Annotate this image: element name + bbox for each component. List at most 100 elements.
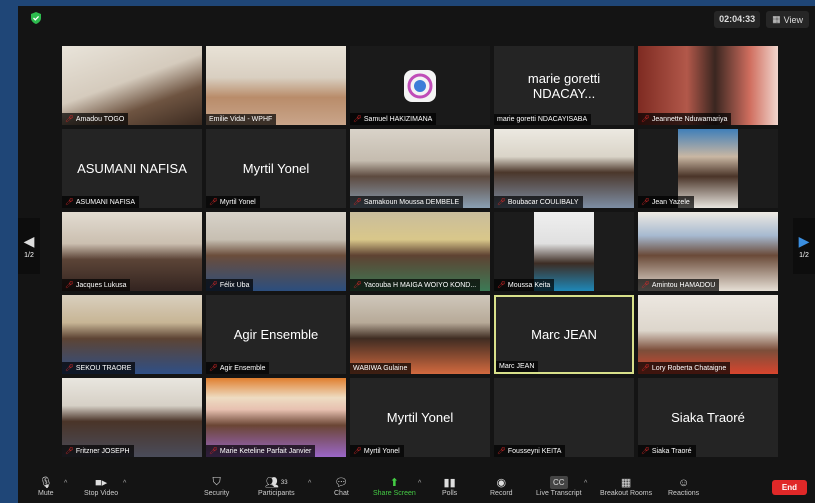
participant-tile[interactable]: 🎤︎ Yacouba H MAIGA WOIYO KOND...	[350, 212, 490, 291]
record-icon: ◉	[496, 477, 507, 489]
mic-muted-icon: 🎤︎	[209, 199, 218, 206]
smiley-icon: ☺	[677, 476, 690, 489]
polls-button[interactable]: ▮▮ Polls	[442, 476, 457, 497]
participant-tile[interactable]: Siaka Traoré 🎤︎ Siaka Traoré	[638, 378, 778, 457]
participant-tile[interactable]: 🎤︎ Boubacar COULIBALY	[494, 129, 634, 208]
mic-muted-icon: 🎤︎	[497, 199, 506, 206]
participant-tile[interactable]: 🎤︎ Jeannette Nduwamariya	[638, 46, 778, 125]
share-options-caret-icon[interactable]: ^	[418, 480, 421, 487]
shield-icon[interactable]	[29, 11, 43, 25]
mute-button[interactable]: 🎙︎ Mute	[38, 476, 54, 497]
mic-muted-icon: 🎤︎	[641, 199, 650, 206]
participant-tile[interactable]: Myrtil Yonel 🎤︎ Myrtil Yonel	[206, 129, 346, 208]
participant-tile[interactable]: 🎤︎ Jacques Lukusa	[62, 212, 202, 291]
participant-tile[interactable]: 🎤︎ Fousseyni KEITA	[494, 378, 634, 457]
participant-nametag: 🎤︎ SEKOU TRAORE	[62, 362, 136, 374]
participant-nametag: 🎤︎ Jacques Lukusa	[62, 279, 131, 291]
mic-muted-icon: 🎤︎	[641, 116, 650, 123]
participant-tile[interactable]: 🎤︎ Samuel HAKIZIMANA	[350, 46, 490, 125]
participant-nametag: 🎤︎ Amintou HAMADOU	[638, 279, 720, 291]
participant-nametag: 🎤︎ Samakoun Moussa DEMBELE	[350, 196, 464, 208]
mic-muted-icon: 🎤︎	[497, 448, 506, 455]
participant-tile[interactable]: 🎤︎ Marie Keteline Parfait Janvier	[206, 378, 346, 457]
video-camera-icon: ■▸	[94, 477, 108, 489]
participant-tile[interactable]: Myrtil Yonel 🎤︎ Myrtil Yonel	[350, 378, 490, 457]
previous-page-button[interactable]: ◀ 1/2	[18, 218, 40, 274]
record-button[interactable]: ◉ Record	[490, 476, 513, 497]
participant-nametag: 🎤︎ Myrtil Yonel	[206, 196, 260, 208]
participant-tile[interactable]: 🎤︎ Moussa Keita	[494, 212, 634, 291]
participant-tile[interactable]: 🎤︎ Amadou TOGO	[62, 46, 202, 125]
participant-tile[interactable]: Agir Ensemble 🎤︎ Agir Ensemble	[206, 295, 346, 374]
mic-muted-icon: 🎤︎	[209, 448, 218, 455]
mic-muted-icon: 🎤︎	[641, 448, 650, 455]
participant-tile[interactable]: 🎤︎ SEKOU TRAORE	[62, 295, 202, 374]
participant-tile[interactable]: WABIWA Gulaine	[350, 295, 490, 374]
participant-nametag: 🎤︎ Siaka Traoré	[638, 445, 696, 457]
participant-tile[interactable]: Emilie Vidal - WPHF	[206, 46, 346, 125]
mic-muted-icon: 🎤︎	[497, 282, 506, 289]
share-screen-icon: ⬆	[389, 477, 400, 489]
shield-icon: ⛉	[212, 476, 221, 488]
video-options-caret-icon[interactable]: ^	[123, 480, 126, 487]
page-indicator-left: 1/2	[24, 252, 34, 259]
microphone-icon: 🎙︎	[38, 477, 53, 489]
mic-muted-icon: 🎤︎	[65, 116, 74, 123]
mic-muted-icon: 🎤︎	[641, 365, 650, 372]
mic-muted-icon: 🎤︎	[65, 448, 74, 455]
page-indicator-right: 1/2	[799, 252, 809, 259]
participants-button[interactable]: 👥︎ 33 Participants	[258, 476, 295, 497]
participant-tile-active-speaker[interactable]: Marc JEAN Marc JEAN	[494, 295, 634, 374]
security-button[interactable]: ⛉ Security	[204, 476, 229, 497]
mic-muted-icon: 🎤︎	[65, 199, 74, 206]
participant-nametag: WABIWA Gulaine	[350, 363, 412, 374]
participant-tile[interactable]: 🎤︎ Samakoun Moussa DEMBELE	[350, 129, 490, 208]
view-button[interactable]: ▦ View	[766, 11, 809, 28]
transcript-options-caret-icon[interactable]: ^	[584, 480, 587, 487]
participant-tile[interactable]: 🎤︎ Amintou HAMADOU	[638, 212, 778, 291]
participant-nametag: 🎤︎ Félix Uba	[206, 279, 254, 291]
share-screen-button[interactable]: ⬆ Share Screen	[373, 476, 416, 497]
live-transcript-button[interactable]: CC Live Transcript	[536, 476, 582, 497]
mic-muted-icon: 🎤︎	[353, 282, 362, 289]
participants-options-caret-icon[interactable]: ^	[308, 480, 311, 487]
participant-tile[interactable]: 🎤︎ Fritzner JOSEPH	[62, 378, 202, 457]
participant-nametag: 🎤︎ Amadou TOGO	[62, 113, 129, 125]
mic-muted-icon: 🎤︎	[353, 116, 362, 123]
chevron-left-icon: ◀	[23, 233, 35, 249]
reactions-button[interactable]: ☺ Reactions	[668, 476, 699, 498]
meeting-window: 02:04:33 ▦ View ◀ 1/2 ▶ 1/2 🎤︎ Amadou TOG…	[18, 6, 815, 503]
meeting-toolbar: 🎙︎ Mute ^ ■▸ Stop Video ^ ⛉ Security 👥︎ 3…	[18, 473, 815, 503]
chat-button[interactable]: 💬︎ Chat	[334, 476, 349, 497]
view-button-label: View	[783, 14, 803, 25]
end-meeting-button[interactable]: End	[771, 480, 807, 495]
participant-tile[interactable]: 🎤︎ Félix Uba	[206, 212, 346, 291]
participant-tile[interactable]: 🎤︎ Lory Roberta Chataigne	[638, 295, 778, 374]
participant-nametag: 🎤︎ Moussa Keita	[494, 279, 555, 291]
participant-nametag: 🎤︎ Fousseyni KEITA	[494, 445, 566, 457]
participant-nametag: 🎤︎ Jeannette Nduwamariya	[638, 113, 732, 125]
chat-bubble-icon: 💬︎	[334, 477, 349, 489]
mute-options-caret-icon[interactable]: ^	[64, 480, 67, 487]
participant-nametag: 🎤︎ Samuel HAKIZIMANA	[350, 113, 437, 125]
participant-nametag: marie goretti NDACAYISABA	[494, 114, 592, 125]
participant-tile[interactable]: marie goretti NDACAY... marie goretti ND…	[494, 46, 634, 125]
participant-nametag: Emilie Vidal - WPHF	[206, 114, 277, 125]
participant-nametag: 🎤︎ Agir Ensemble	[206, 362, 270, 374]
breakout-rooms-button[interactable]: ▦ Breakout Rooms	[600, 476, 652, 497]
mic-muted-icon: 🎤︎	[641, 282, 650, 289]
mic-muted-icon: 🎤︎	[209, 365, 218, 372]
participant-nametag: 🎤︎ Jean Yazele	[638, 196, 694, 208]
participant-nametag: 🎤︎ Myrtil Yonel	[350, 445, 404, 457]
participant-nametag: 🎤︎ Boubacar COULIBALY	[494, 196, 583, 208]
participant-nametag: 🎤︎ Lory Roberta Chataigne	[638, 362, 731, 374]
participant-grid: 🎤︎ Amadou TOGO Emilie Vidal - WPHF 🎤︎ Samu…	[62, 46, 779, 460]
participant-tile[interactable]: 🎤︎ Jean Yazele	[638, 129, 778, 208]
participant-tile[interactable]: ASUMANI NAFISA 🎤︎ ASUMANI NAFISA	[62, 129, 202, 208]
chevron-right-icon: ▶	[798, 233, 810, 249]
next-page-button[interactable]: ▶ 1/2	[793, 218, 815, 274]
participant-nametag: 🎤︎ Fritzner JOSEPH	[62, 445, 134, 457]
mic-muted-icon: 🎤︎	[209, 282, 218, 289]
stop-video-button[interactable]: ■▸ Stop Video	[84, 476, 118, 497]
participants-count: 33	[280, 479, 288, 486]
